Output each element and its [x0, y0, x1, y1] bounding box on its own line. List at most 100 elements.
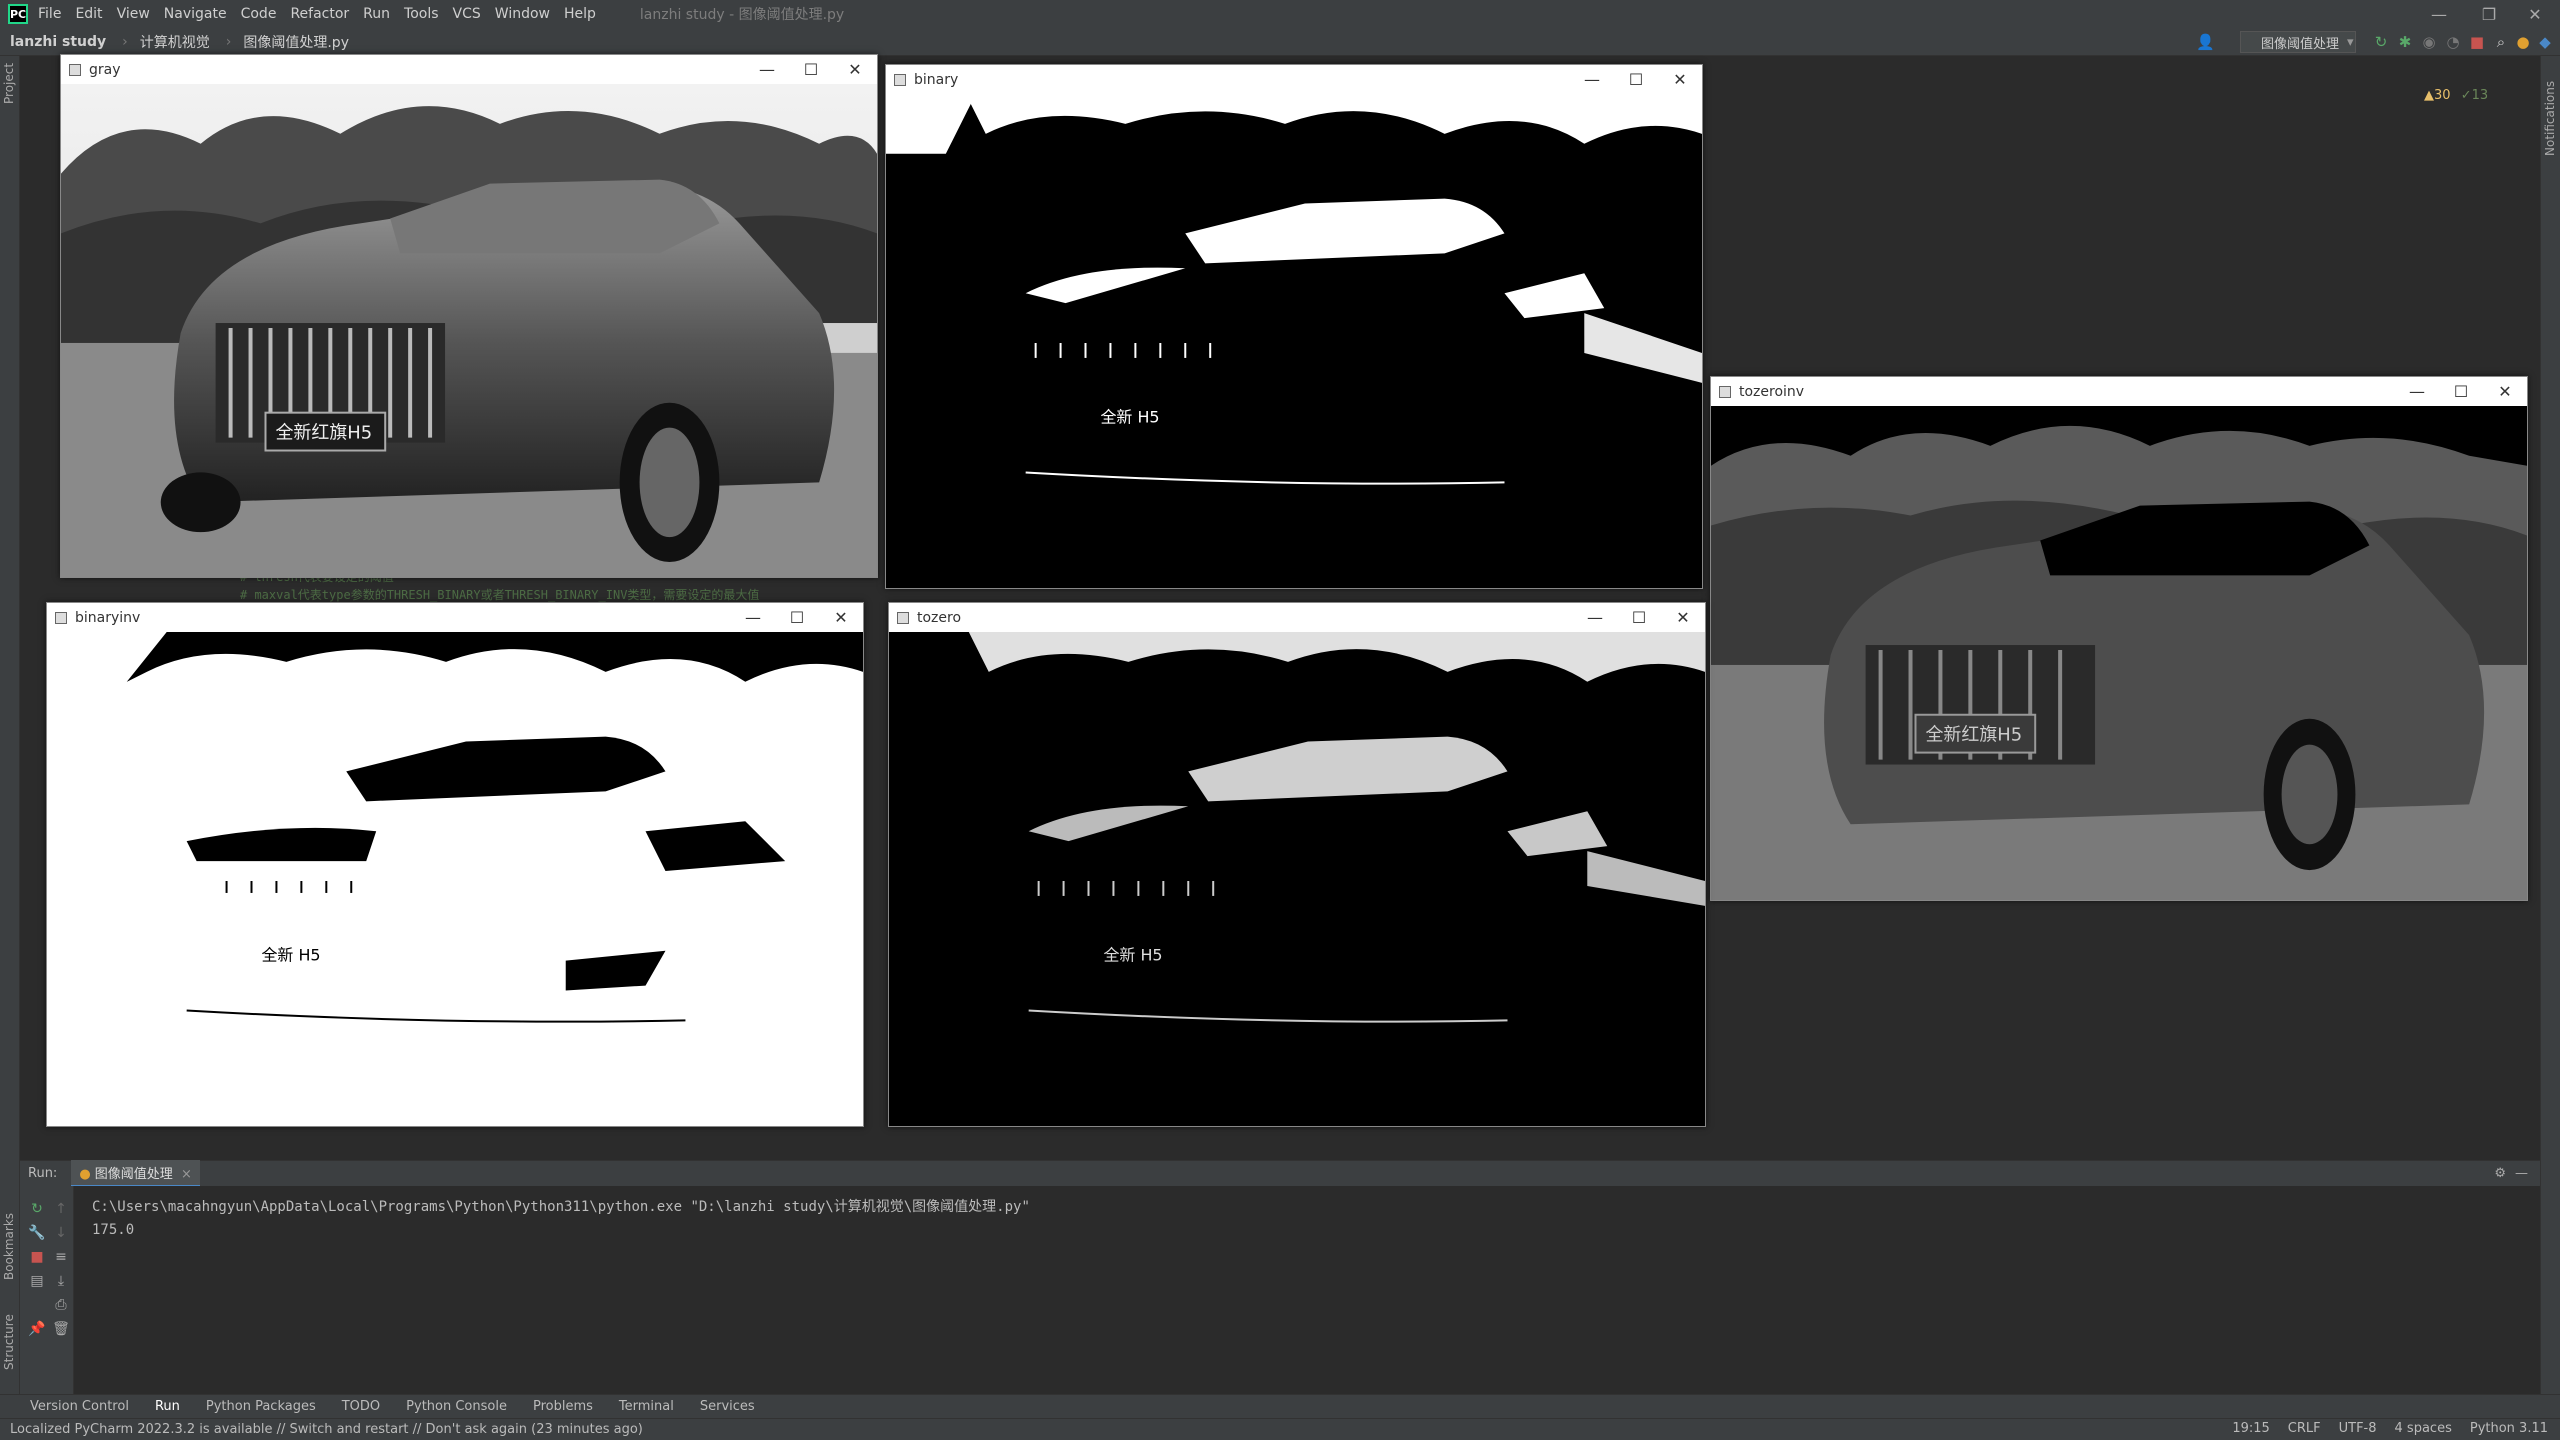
inspection-widget[interactable]: ▲30 ✓13 — [2424, 88, 2488, 103]
menu-view[interactable]: View — [117, 6, 150, 22]
menu-file[interactable]: File — [38, 6, 61, 22]
print-icon[interactable]: ⎙ — [52, 1296, 70, 1314]
menu-tools[interactable]: Tools — [404, 6, 439, 22]
breadcrumb-folder[interactable]: 计算机视觉 — [140, 32, 210, 52]
line-separator[interactable]: CRLF — [2288, 1421, 2321, 1436]
tab-python-packages[interactable]: Python Packages — [206, 1399, 316, 1414]
rerun-icon[interactable]: ↻ — [28, 1200, 46, 1218]
bookmarks-tool-button[interactable]: Bookmarks — [2, 1213, 16, 1280]
run-configuration-select[interactable]: 图像阈值处理 ▾ — [2240, 31, 2356, 53]
arrow-up-icon[interactable]: ↑ — [52, 1200, 70, 1218]
title-bar: PC File Edit View Navigate Code Refactor… — [0, 0, 2560, 28]
breadcrumb-separator: › — [225, 33, 232, 50]
maximize-icon[interactable]: ☐ — [1614, 65, 1658, 94]
tab-terminal[interactable]: Terminal — [619, 1399, 674, 1414]
tab-run[interactable]: Run — [155, 1399, 180, 1414]
image-window-binaryinv[interactable]: binaryinv — ☐ ✕ 全新 H5 — [46, 602, 864, 1127]
debug-icon[interactable]: ✱ — [2396, 33, 2414, 51]
image-window-binary[interactable]: binary — ☐ ✕ 全新 H5 — [885, 64, 1703, 589]
tab-version-control[interactable]: Version Control — [30, 1399, 129, 1414]
maximize-icon[interactable]: ☐ — [1617, 603, 1661, 632]
menu-navigate[interactable]: Navigate — [164, 6, 227, 22]
structure-tool-button[interactable]: Structure — [2, 1314, 16, 1370]
menu-run[interactable]: Run — [363, 6, 390, 22]
console-output[interactable]: C:\Users\macahngyun\AppData\Local\Progra… — [92, 1196, 1030, 1242]
car-image-gray: 全新红旗H5 — [61, 84, 877, 577]
pycharm-logo-icon[interactable]: PC — [8, 4, 28, 24]
minimize-icon[interactable]: — — [745, 55, 789, 84]
stop-icon[interactable]: ■ — [28, 1248, 46, 1266]
status-message[interactable]: Localized PyCharm 2022.3.2 is available … — [10, 1422, 643, 1437]
user-icon[interactable]: 👤 — [2196, 33, 2215, 51]
minimize-icon[interactable]: — — [1570, 65, 1614, 94]
maximize-icon[interactable]: ☐ — [789, 55, 833, 84]
notifications-tool-button[interactable]: Notifications — [2543, 81, 2557, 156]
console-result: 175.0 — [92, 1222, 135, 1238]
minimize-icon[interactable]: — — [1573, 603, 1617, 632]
window-titlebar[interactable]: binaryinv — ☐ ✕ — [47, 603, 863, 632]
close-icon[interactable]: ✕ — [833, 55, 877, 84]
close-icon[interactable]: ✕ — [1658, 65, 1702, 94]
run-configuration-label: 图像阈值处理 — [2261, 36, 2340, 52]
soft-wrap-icon[interactable]: ≡ — [52, 1248, 70, 1266]
maximize-icon[interactable]: ☐ — [775, 603, 819, 632]
maximize-icon[interactable]: ☐ — [2439, 377, 2483, 406]
minimize-icon[interactable]: — — [2395, 377, 2439, 406]
run-tab[interactable]: ● 图像阈值处理 × — [71, 1159, 200, 1188]
image-window-tozeroinv[interactable]: tozeroinv — ☐ ✕ 全新红旗H5 — [1710, 376, 2528, 901]
minimize-icon[interactable]: — — [731, 603, 775, 632]
hide-icon[interactable]: — — [2515, 1166, 2528, 1181]
breadcrumb-file[interactable]: 图像阈值处理.py — [243, 32, 349, 52]
close-button[interactable]: ✕ — [2512, 0, 2558, 28]
close-icon[interactable]: ✕ — [1661, 603, 1705, 632]
breadcrumb-project[interactable]: lanzhi study — [10, 34, 106, 50]
window-titlebar[interactable]: tozero — ☐ ✕ — [889, 603, 1705, 632]
minimize-button[interactable]: — — [2416, 0, 2462, 28]
scroll-to-end-icon[interactable]: ⤓ — [52, 1272, 70, 1290]
run-tab-label: 图像阈值处理 — [94, 1166, 173, 1182]
file-encoding[interactable]: UTF-8 — [2339, 1421, 2377, 1436]
image-window-tozero[interactable]: tozero — ☐ ✕ 全新 H5 — [888, 602, 1706, 1127]
indent-setting[interactable]: 4 spaces — [2395, 1421, 2452, 1436]
menu-window[interactable]: Window — [495, 6, 550, 22]
window-titlebar[interactable]: gray — ☐ ✕ — [61, 55, 877, 84]
tab-problems[interactable]: Problems — [533, 1399, 593, 1414]
profile-icon[interactable]: ◔ — [2444, 33, 2462, 51]
gear-icon[interactable]: ⚙ — [2494, 1166, 2506, 1181]
close-tab-icon[interactable]: × — [181, 1167, 192, 1182]
search-icon[interactable]: ⌕ — [2492, 33, 2510, 51]
menu-help[interactable]: Help — [564, 6, 596, 22]
coverage-icon[interactable]: ◉ — [2420, 33, 2438, 51]
image-window-gray[interactable]: gray — ☐ ✕ 全新红旗H5 — [60, 54, 878, 578]
tab-todo[interactable]: TODO — [342, 1399, 380, 1414]
project-tool-button[interactable]: Project — [2, 63, 16, 104]
python-interpreter[interactable]: Python 3.11 — [2470, 1421, 2548, 1436]
tab-services[interactable]: Services — [700, 1399, 755, 1414]
pin-icon[interactable]: 📌 — [28, 1320, 46, 1338]
window-titlebar[interactable]: binary — ☐ ✕ — [886, 65, 1702, 94]
stop-icon[interactable]: ■ — [2468, 33, 2486, 51]
window-icon — [1719, 385, 1731, 398]
tab-python-console[interactable]: Python Console — [406, 1399, 507, 1414]
breadcrumb-separator: › — [122, 33, 128, 50]
caret-position[interactable]: 19:15 — [2232, 1421, 2269, 1436]
update-icon[interactable]: ● — [2514, 33, 2532, 51]
trash-icon[interactable]: 🗑 — [52, 1320, 70, 1338]
menu-edit[interactable]: Edit — [75, 6, 102, 22]
menu-vcs[interactable]: VCS — [453, 6, 481, 22]
close-icon[interactable]: ✕ — [2483, 377, 2527, 406]
image-canvas: 全新红旗H5 — [1711, 406, 2527, 900]
rerun-icon[interactable]: ↻ — [2372, 33, 2390, 51]
window-title: binaryinv — [75, 609, 141, 626]
menu-refactor[interactable]: Refactor — [290, 6, 349, 22]
arrow-down-icon[interactable]: ↓ — [52, 1224, 70, 1242]
layout-icon[interactable]: ▤ — [28, 1272, 46, 1290]
restore-button[interactable]: ❐ — [2466, 0, 2512, 28]
wrench-icon[interactable]: 🔧 — [28, 1224, 46, 1242]
close-icon[interactable]: ✕ — [819, 603, 863, 632]
window-icon — [897, 611, 909, 624]
menu-code[interactable]: Code — [241, 6, 277, 22]
window-titlebar[interactable]: tozeroinv — ☐ ✕ — [1711, 377, 2527, 406]
image-canvas: 全新 H5 — [47, 632, 863, 1126]
jetbrains-icon[interactable]: ◆ — [2536, 33, 2554, 51]
